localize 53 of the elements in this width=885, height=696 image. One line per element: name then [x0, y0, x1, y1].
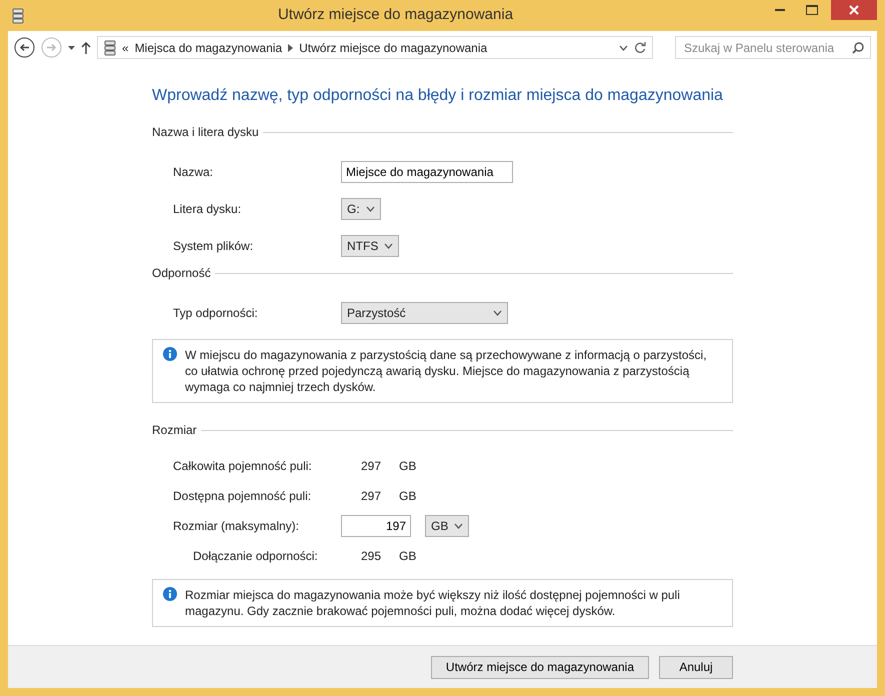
unit-text: GB [399, 458, 416, 476]
storage-icon [104, 40, 116, 56]
storage-icon [12, 8, 24, 24]
breadcrumb-overflow[interactable]: « [122, 38, 129, 57]
dialog-button[interactable]: Anuluj [659, 656, 733, 679]
window-title: Utwórz miejsce do magazynowania [276, 5, 514, 26]
unit-text: GB [399, 488, 416, 506]
info-text: Rozmiar miejsca do magazynowania może być większy niż ilość dostępnej pojemności w puli magazynu. Gdy zacznie brakować pojemności puli, można dodać więcej dysków. [185, 587, 681, 620]
value-text: 297 [360, 458, 381, 476]
field-label: Nazwa: [173, 164, 214, 181]
size-field[interactable]: 197 [341, 515, 411, 538]
dialog-button[interactable]: Utwórz miejsce do magazynowania [430, 656, 649, 679]
section-title: Nazwa i litera dysku [152, 124, 259, 142]
field-label: Litera dysku: [173, 200, 242, 218]
field-label: System plików: [173, 238, 254, 255]
chevron-down-icon [366, 206, 375, 212]
dropdown-caret-icon[interactable] [68, 46, 75, 50]
chevron-right-icon [288, 44, 294, 52]
close-icon [849, 5, 859, 15]
field-label: Dołączanie odporności: [192, 548, 319, 566]
maximize-icon [806, 5, 818, 15]
info-text: W miejscu do magazynowania z parzystością dane są przechowywane z informacją o parzystości, co ułatwia ochronę przed pojedynczą awarią dysku. Miejsce do magazynowania z parzystością wymaga co najmniej trzech dysków. [185, 347, 708, 396]
address-bar[interactable]: « Miejsca do magazynowania Utwórz miejsce do magazynowania [97, 36, 653, 60]
page-heading: Wprowadź nazwę, typ odporności na błędy i rozmiar miejsca do magazynowania [152, 86, 724, 106]
value-text: 297 [360, 488, 381, 506]
search-field[interactable]: Szukaj w Panelu sterowania [675, 36, 871, 60]
field-label: Całkowita pojemność puli: [173, 458, 313, 476]
field-label: Dostępna pojemność puli: [173, 488, 312, 506]
search-icon [852, 42, 864, 54]
dropdown[interactable]: G: [341, 198, 381, 220]
value-text: 295 [360, 548, 381, 566]
refresh-icon[interactable] [634, 42, 646, 54]
up-arrow-icon[interactable] [81, 42, 91, 54]
name-field[interactable]: Miejsce do magazynowania [341, 160, 513, 183]
chevron-down-icon [384, 242, 394, 249]
info-icon [163, 347, 177, 362]
back-button[interactable] [14, 37, 35, 58]
breadcrumb-item[interactable]: Utwórz miejsce do magazynowania [299, 38, 488, 57]
dropdown[interactable]: NTFS [341, 234, 400, 257]
dropdown[interactable]: Parzystość [341, 302, 508, 324]
chevron-down-icon[interactable] [619, 44, 628, 51]
field-label: Typ odporności: [173, 304, 259, 322]
minimize-icon [775, 9, 785, 11]
chevron-down-icon [493, 310, 502, 316]
unit-dropdown[interactable]: GB [425, 515, 470, 538]
unit-text: GB [399, 548, 416, 566]
breadcrumb-item[interactable]: Miejsca do magazynowania [134, 38, 282, 57]
chevron-down-icon [454, 523, 464, 530]
section-title: Odporność [152, 265, 211, 282]
section-title: Rozmiar [152, 422, 197, 440]
info-icon [163, 587, 177, 602]
field-label: Rozmiar (maksymalny): [173, 518, 300, 536]
close-button[interactable] [831, 0, 877, 20]
